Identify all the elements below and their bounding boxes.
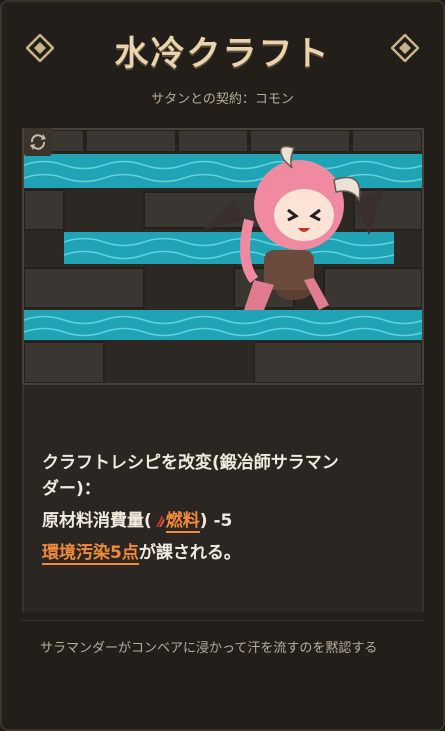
consumption-label: 原材料消費量(	[42, 511, 152, 531]
effect-line-4: 環境汚染5点が課される。	[42, 538, 241, 565]
pollution-suffix: が課される。	[138, 543, 241, 563]
divider	[22, 620, 424, 621]
pollution-link[interactable]: 環境汚染5点	[42, 543, 139, 565]
effect-line-2: ダー)：	[42, 479, 101, 499]
effect-description: クラフトレシピを改変(鍛冶師サラマン ダー)： 原材料消費量( 燃料) -5 環境…	[22, 386, 424, 612]
scene-illustration	[24, 130, 422, 383]
effect-line-1: クラフトレシピを改変(鍛冶師サラマン	[42, 453, 339, 473]
card-header: 水冷クラフト サタンとの契約：コモン	[2, 2, 443, 122]
refresh-icon[interactable]	[24, 128, 52, 156]
contract-card[interactable]: 水冷クラフト サタンとの契約：コモン クラフトレシピを改変(鍛冶師サラマン ダー…	[0, 0, 445, 731]
effect-line-3: 原材料消費量( 燃料) -5	[42, 506, 233, 533]
card-rarity: サタンとの契約：コモン	[151, 92, 294, 107]
card-title: 水冷クラフト	[114, 34, 331, 74]
consumption-value: ) -5	[199, 511, 233, 531]
flavor-text: サラマンダーがコンベアに浸かって汗を流すのを黙認する	[40, 641, 378, 656]
diamond-ornament-icon	[391, 34, 419, 62]
card-illustration	[22, 128, 424, 385]
fuel-link[interactable]: 燃料	[165, 511, 200, 533]
fuel-icon	[155, 515, 165, 527]
